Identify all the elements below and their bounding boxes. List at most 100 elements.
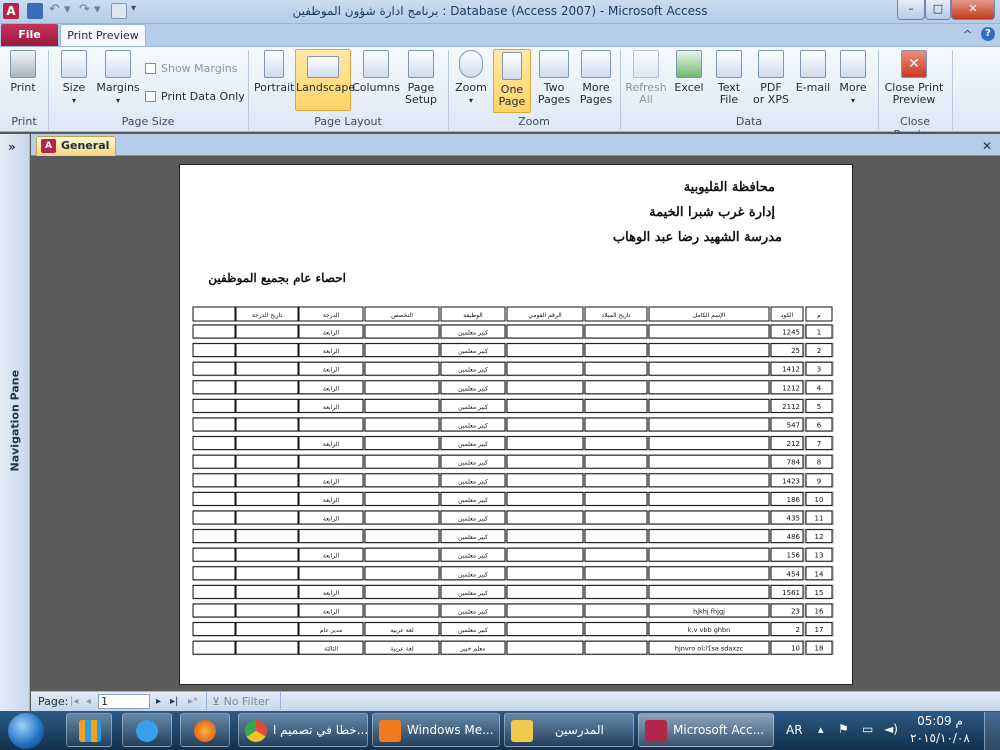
- excel-icon: [676, 50, 702, 78]
- show-margins-checkbox[interactable]: Show Margins: [145, 62, 237, 75]
- table-cell: [298, 566, 364, 581]
- column-header: الكود: [781, 312, 794, 319]
- employee-job: كبير معلمين: [458, 553, 488, 560]
- network-icon[interactable]: ▭: [862, 722, 873, 736]
- employee-grade: الثالثة: [324, 646, 338, 653]
- quick-print-icon[interactable]: [111, 3, 127, 19]
- print-data-only-checkbox[interactable]: Print Data Only: [145, 90, 245, 103]
- close-window-button[interactable]: ✕: [951, 0, 995, 20]
- employee-grade: الرابعة: [323, 516, 340, 523]
- document-tab-general[interactable]: A General: [36, 136, 116, 156]
- table-cell: [584, 398, 648, 413]
- print-button[interactable]: Print: [4, 48, 42, 94]
- clock-date[interactable]: ٢٠١٥/١٠/٠٨: [904, 731, 976, 745]
- employee-code: 10: [791, 645, 800, 653]
- language-indicator[interactable]: AR: [786, 723, 803, 737]
- taskbar-chrome[interactable]: خطا في تصميم ا...: [238, 713, 368, 747]
- employee-grade: الرابعة: [323, 348, 340, 355]
- page-number-input[interactable]: 1: [98, 694, 150, 709]
- taskbar-firefox[interactable]: [180, 713, 230, 747]
- collapse-ribbon-icon[interactable]: ^: [963, 28, 977, 41]
- more-pages-button[interactable]: More Pages: [574, 48, 618, 106]
- excel-export-button[interactable]: Excel: [670, 48, 708, 94]
- cell-partial: [192, 584, 236, 599]
- file-tab[interactable]: File: [1, 24, 58, 46]
- column-header: الإسم الكامل: [693, 312, 726, 319]
- redo-icon[interactable]: ↷ ▾: [79, 3, 105, 19]
- start-button[interactable]: [8, 713, 44, 749]
- filter-status[interactable]: ⊻ No Filter: [212, 695, 269, 708]
- one-page-button[interactable]: One Page: [493, 49, 531, 113]
- new-record-button[interactable]: ▸*: [188, 696, 198, 707]
- employee-name: hjnvro ol;l'[sa sdaxzc: [675, 645, 744, 653]
- show-desktop-button[interactable]: [984, 712, 1000, 750]
- table-cell: [648, 566, 770, 581]
- row-number: 7: [817, 440, 821, 448]
- table-cell: [506, 343, 584, 358]
- minimize-button[interactable]: –: [897, 0, 925, 20]
- page-setup-icon: [408, 50, 434, 78]
- row-number: 9: [817, 477, 821, 485]
- magnifier-icon: [459, 50, 483, 78]
- table-cell: [235, 603, 299, 618]
- flag-icon[interactable]: ⚑: [838, 722, 849, 736]
- table-cell: [584, 547, 648, 562]
- access-app-icon[interactable]: A: [3, 3, 19, 19]
- column-header: الوظيفة: [463, 312, 483, 319]
- zoom-button[interactable]: Zoom ▾: [452, 48, 490, 107]
- filter-icon: ⊻: [212, 695, 221, 708]
- table-cell: [584, 454, 648, 469]
- taskbar-pinned-apps[interactable]: [66, 713, 112, 747]
- last-page-button[interactable]: ▸|: [170, 696, 178, 707]
- help-icon[interactable]: ?: [981, 27, 995, 41]
- undo-icon[interactable]: ↶ ▾: [49, 3, 75, 19]
- taskbar-microsoft-access[interactable]: Microsoft Acc...: [638, 713, 774, 747]
- landscape-button[interactable]: Landscape: [295, 49, 355, 111]
- close-document-button[interactable]: ✕: [982, 139, 996, 153]
- portrait-button[interactable]: Portrait: [254, 48, 294, 94]
- save-icon[interactable]: [27, 3, 43, 19]
- nav-pane-toggle[interactable]: »: [8, 140, 24, 154]
- table-cell: [364, 417, 440, 432]
- refresh-all-button[interactable]: Refresh All: [624, 48, 668, 106]
- table-cell: [648, 324, 770, 339]
- tab-print-preview[interactable]: Print Preview: [60, 24, 146, 47]
- maximize-button[interactable]: □: [925, 0, 951, 20]
- taskbar-windows-media[interactable]: Windows Me...: [372, 713, 500, 747]
- next-page-button[interactable]: ▸: [156, 696, 161, 707]
- table-cell: [506, 547, 584, 562]
- customize-toolbar-icon[interactable]: ▾: [131, 3, 141, 19]
- table-cell: [506, 603, 584, 618]
- size-button[interactable]: Size ▾: [56, 48, 92, 107]
- pdf-xps-export-button[interactable]: PDF or XPS: [750, 48, 792, 106]
- taskbar-folder[interactable]: المدرسين: [504, 713, 634, 747]
- two-pages-button[interactable]: Two Pages: [534, 48, 574, 106]
- table-cell: [648, 361, 770, 376]
- employee-specialization: لغة عربية: [390, 627, 414, 634]
- cell-partial: [192, 547, 236, 562]
- close-print-preview-button[interactable]: ✕ Close Print Preview: [882, 48, 946, 106]
- employee-code: 486: [787, 533, 801, 541]
- table-cell: [584, 436, 648, 451]
- clock-time[interactable]: 05:09 م: [910, 714, 970, 728]
- text-file-export-button[interactable]: Text File: [710, 48, 748, 106]
- previous-page-button[interactable]: ◂: [86, 696, 91, 707]
- table-cell: [235, 454, 299, 469]
- more-export-button[interactable]: More ▾: [834, 48, 872, 107]
- tray-expand-icon[interactable]: ▴: [818, 723, 824, 736]
- first-page-button[interactable]: |◂: [70, 696, 78, 707]
- page-setup-button[interactable]: Page Setup: [401, 48, 441, 106]
- more-pages-icon: [581, 50, 611, 78]
- employee-code: 1412: [782, 366, 800, 374]
- columns-button[interactable]: Columns: [352, 48, 400, 94]
- table-cell: [235, 529, 299, 544]
- email-button[interactable]: E-mail: [793, 48, 833, 94]
- column-header: الدرجة: [323, 312, 340, 319]
- taskbar-internet-explorer[interactable]: [122, 713, 172, 747]
- employee-code: 156: [787, 552, 801, 560]
- volume-icon[interactable]: ◄): [884, 722, 898, 736]
- employee-name: k,v vbb ghbn: [688, 626, 730, 634]
- employee-code: 23: [791, 608, 800, 616]
- navigation-pane-label: Navigation Pane: [8, 369, 22, 472]
- margins-button[interactable]: Margins ▾: [96, 48, 140, 107]
